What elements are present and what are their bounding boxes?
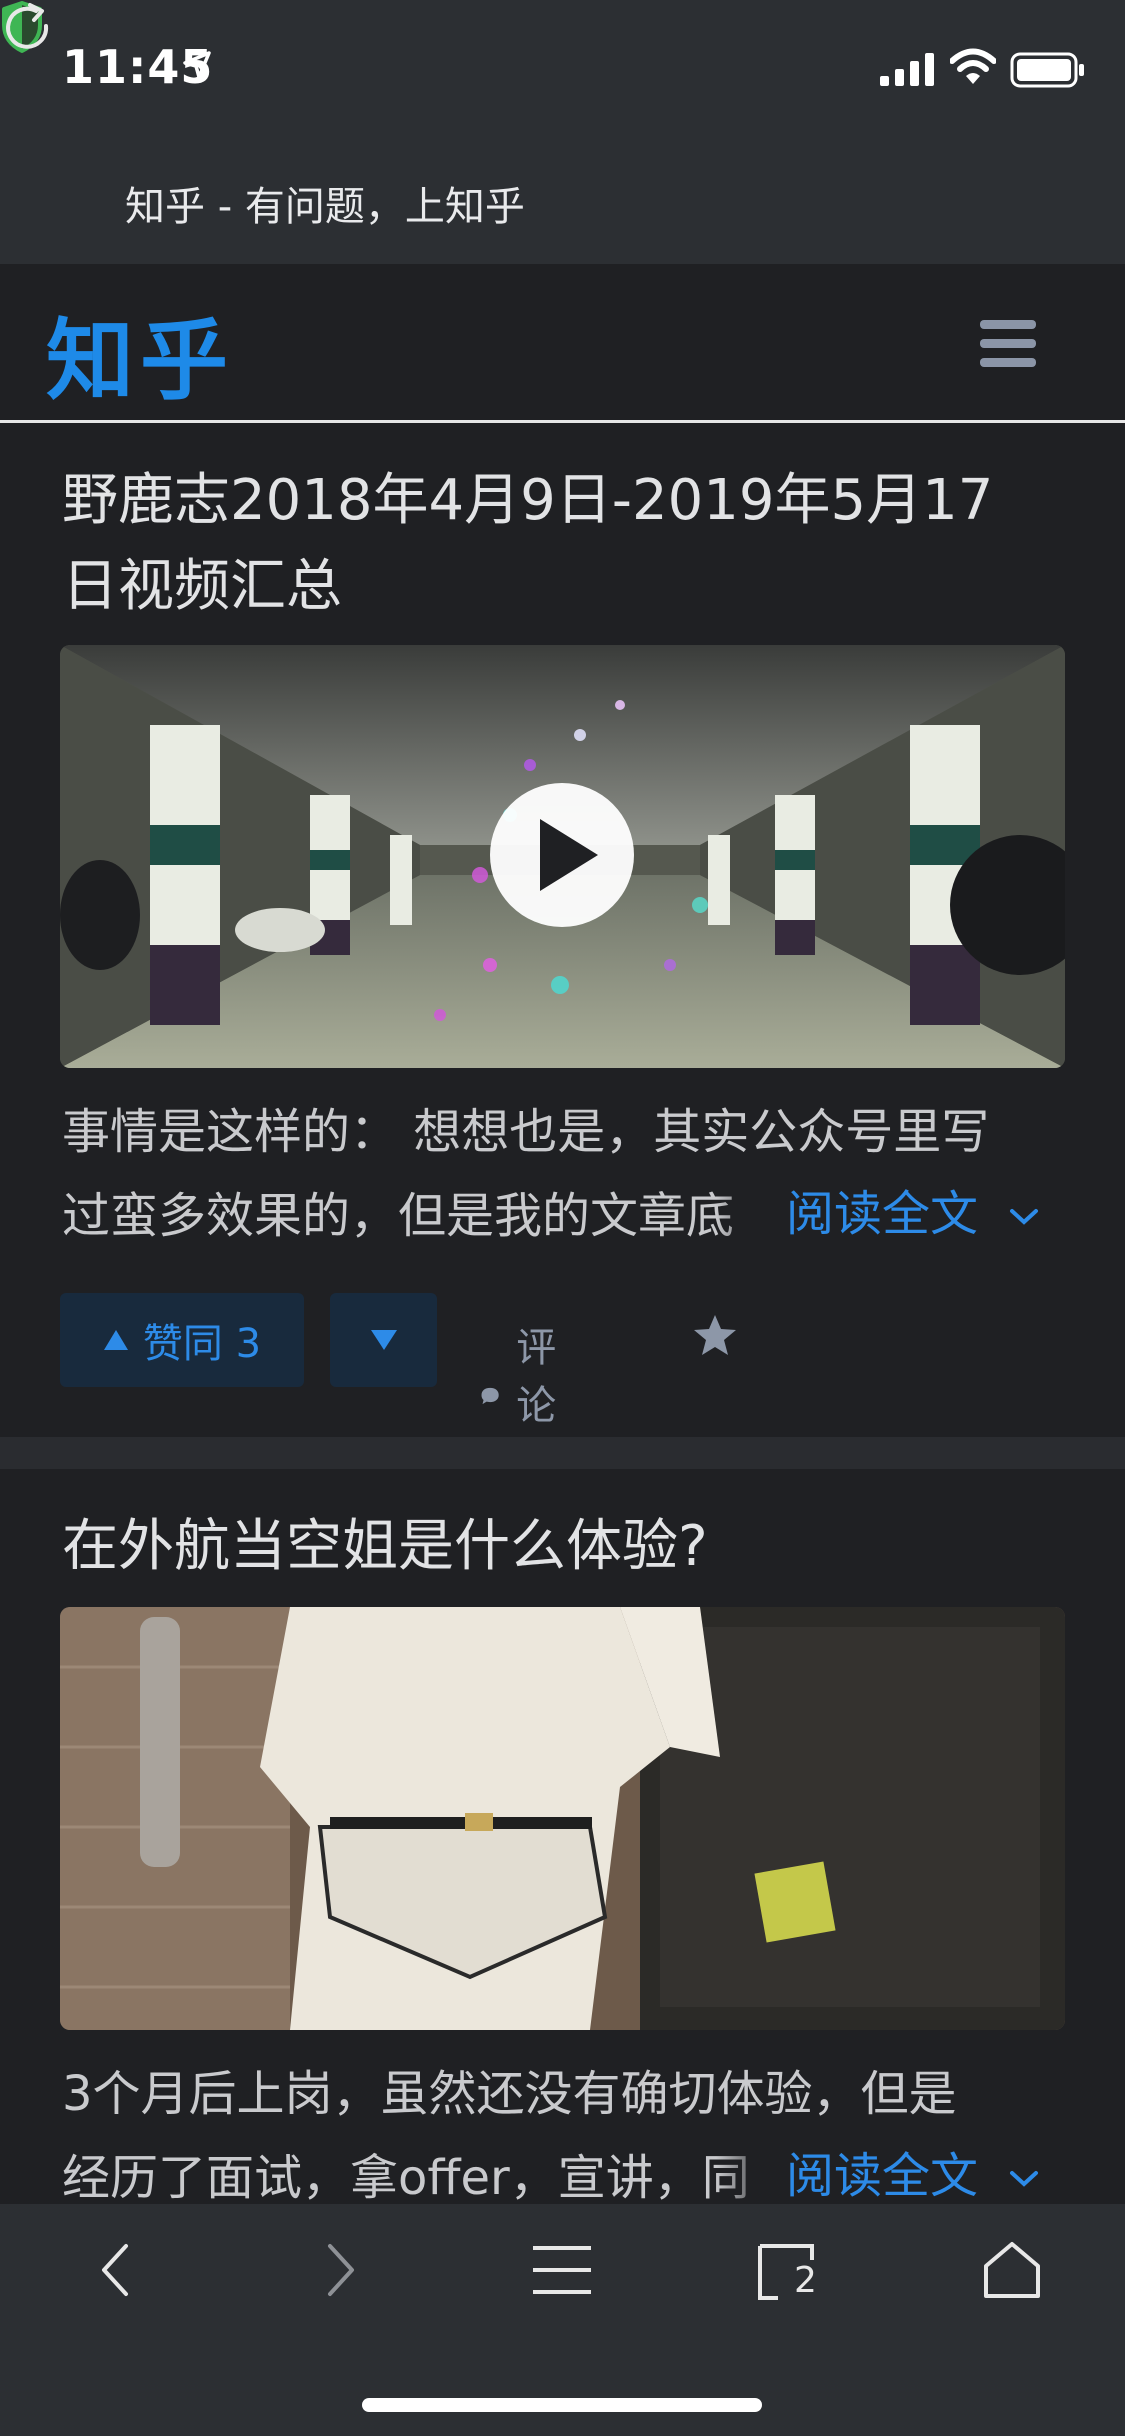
read-more-link[interactable]: 阅读全文 bbox=[716, 1174, 1040, 1244]
question-title-line[interactable]: 野鹿志2018年4月9日-2019年5月17 bbox=[62, 458, 1072, 544]
photo-thumbnail[interactable] bbox=[60, 1607, 1065, 2030]
comment-bubble-icon bbox=[481, 1387, 499, 1405]
excerpt-line[interactable]: 事情是这样的： 想想也是，其实公众号里写 bbox=[62, 1090, 1072, 1174]
wifi-icon bbox=[950, 48, 996, 84]
triangle-up-icon bbox=[103, 1330, 128, 1350]
status-bar: 11:45 bbox=[0, 0, 1125, 140]
home-indicator[interactable] bbox=[362, 2398, 762, 2412]
chevron-down-icon bbox=[1010, 2171, 1039, 2187]
read-more-link[interactable]: 阅读全文 bbox=[716, 2136, 1040, 2206]
question-title[interactable]: 野鹿志2018年4月9日-2019年5月17 日视频汇总 bbox=[62, 458, 1072, 630]
triangle-down-icon bbox=[370, 1330, 397, 1350]
vote-up-button[interactable]: 赞同 3 bbox=[60, 1293, 304, 1387]
chevron-down-icon bbox=[1010, 1209, 1039, 1225]
question-title-line[interactable]: 在外航当空姐是什么体验? bbox=[62, 1504, 1072, 1590]
video-thumbnail[interactable] bbox=[60, 645, 1065, 1068]
site-logo[interactable]: 知乎 bbox=[46, 290, 234, 417]
question-title[interactable]: 在外航当空姐是什么体验? bbox=[62, 1504, 1072, 1590]
battery-icon bbox=[1010, 52, 1084, 88]
cellular-signal-icon bbox=[880, 53, 934, 86]
home-icon[interactable] bbox=[982, 2240, 1042, 2300]
vote-up-label: 赞同 3 bbox=[142, 1321, 262, 1367]
read-more-label[interactable]: 阅读全文 bbox=[786, 2148, 978, 2204]
vote-down-button[interactable] bbox=[330, 1293, 437, 1387]
card-divider bbox=[0, 1437, 1125, 1469]
read-more-label[interactable]: 阅读全文 bbox=[786, 1186, 978, 1242]
menu-icon[interactable] bbox=[530, 2240, 594, 2300]
location-arrow-icon bbox=[183, 51, 211, 79]
forward-icon[interactable] bbox=[320, 2240, 360, 2300]
flight-attendant-image bbox=[60, 1607, 1065, 2030]
hamburger-menu-icon[interactable] bbox=[980, 320, 1040, 370]
excerpt-line[interactable]: 3个月后上岗，虽然还没有确切体验，但是 bbox=[62, 2052, 1072, 2136]
tabs-button[interactable]: 2 bbox=[756, 2240, 826, 2304]
star-icon[interactable] bbox=[692, 1313, 738, 1357]
parking-garage-image bbox=[60, 645, 1065, 1068]
tab-count: 2 bbox=[794, 2260, 817, 2301]
back-icon[interactable] bbox=[96, 2240, 136, 2300]
question-title-line[interactable]: 日视频汇总 bbox=[62, 544, 1072, 630]
reload-icon[interactable] bbox=[0, 0, 56, 56]
page-title[interactable]: 知乎 - 有问题，上知乎 bbox=[125, 174, 525, 232]
